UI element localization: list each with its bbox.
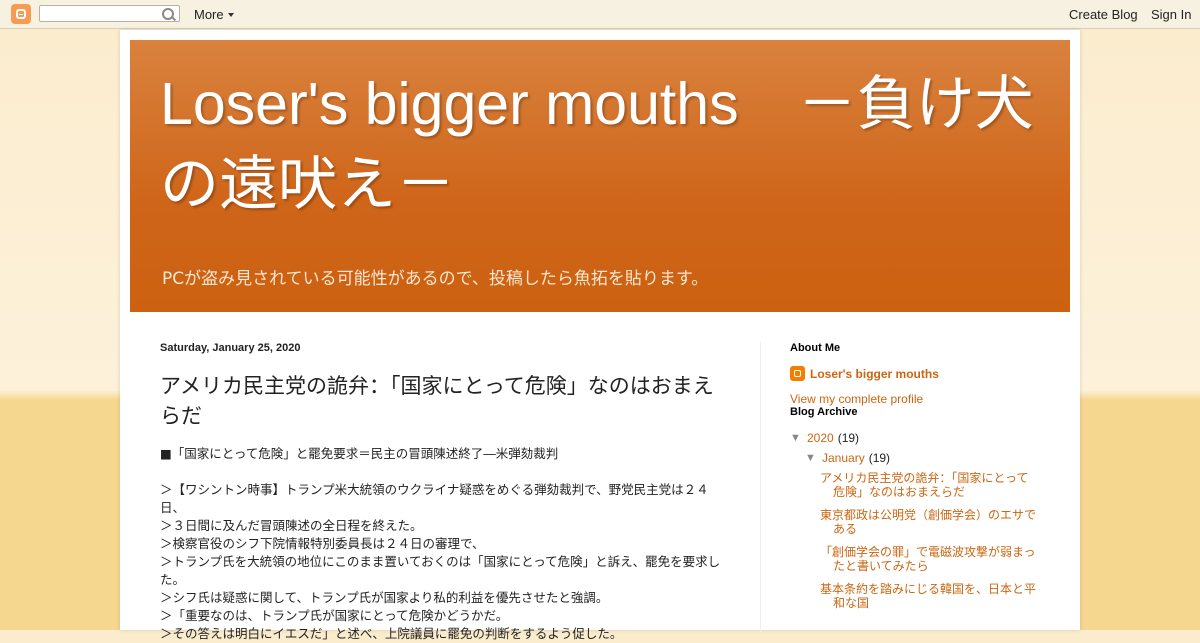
view-profile-link[interactable]: View my complete profile [790, 392, 1050, 406]
blog-archive-heading: Blog Archive [790, 406, 858, 418]
archive-month: ▼ January (19) [805, 451, 1050, 465]
blogger-profile-icon [790, 366, 805, 381]
collapse-arrow-icon[interactable]: ▼ [790, 432, 807, 444]
sidebar: About Me Loser's bigger mouths View my c… [790, 342, 1050, 619]
blog-title[interactable]: Loser's bigger mouths －負け犬の遠吠え－ [160, 64, 1040, 224]
archive-post-link[interactable]: 東京都政は公明党（創価学会）のエサである [820, 508, 1040, 536]
search-input[interactable] [39, 5, 180, 22]
post-body: ■「国家にとって危険」と罷免要求＝民主の冒頭陳述終了―米弾劾裁判 ＞【ワシントン… [160, 445, 725, 643]
post-line: ＞トランプ氏を大統領の地位にこのまま置いておくのは「国家にとって危険」と訴え、罷… [160, 554, 721, 587]
caret-down-icon [227, 13, 234, 17]
archive-post-list: アメリカ民主党の詭弁：「国家にとって危険」なのはおまえらだ 東京都政は公明党（創… [820, 471, 1040, 610]
archive-year: ▼ 2020 (19) [790, 431, 1050, 445]
post-line: ＞シフ氏は疑惑に関して、トランプ氏が国家より私的利益を優先させたと強調。 [160, 590, 609, 605]
content-outer: Loser's bigger mouths －負け犬の遠吠え－ PCが盗み見され… [120, 30, 1080, 641]
blogger-logo-icon[interactable] [11, 4, 31, 24]
blog-header: Loser's bigger mouths －負け犬の遠吠え－ PCが盗み見され… [130, 40, 1070, 312]
profile-name: Loser's bigger mouths [810, 366, 939, 381]
post-line: ＞その答えは明白にイエスだ」と述べ、上院議員に罷免の判断をするよう促した。 [160, 626, 623, 641]
post-title[interactable]: アメリカ民主党の詭弁：「国家にとって危険」なのはおまえらだ [160, 371, 730, 431]
blog-description: PCが盗み見されている可能性があるので、投稿したら魚拓を貼ります。 [162, 269, 709, 289]
archive-month-count: (19) [868, 451, 891, 465]
post-date: Saturday, January 25, 2020 [160, 342, 301, 354]
archive-post-link[interactable]: 「創価学会の罪」で電磁波攻撃が弱まったと書いてみたら [820, 545, 1040, 573]
more-menu-button[interactable]: More [194, 7, 234, 22]
main-column: Saturday, January 25, 2020 アメリカ民主党の詭弁：「国… [160, 342, 730, 643]
post-spacer [160, 463, 725, 481]
profile-name-link[interactable]: Loser's bigger mouths [790, 366, 1050, 381]
archive-year-link[interactable]: 2020 [807, 431, 834, 445]
post-line: ＞【ワシントン時事】トランプ米大統領のウクライナ疑惑をめぐる弾劾裁判で、野党民主… [160, 482, 709, 515]
archive-post-link[interactable]: 基本条約を踏みにじる韓国を、日本と平和な国 [820, 582, 1040, 610]
post-line: ■「国家にとって危険」と罷免要求＝民主の冒頭陳述終了―米弾劾裁判 [160, 446, 559, 461]
search-icon[interactable] [162, 8, 174, 20]
archive-post-link[interactable]: アメリカ民主党の詭弁：「国家にとって危険」なのはおまえらだ [820, 471, 1040, 499]
about-me-heading: About Me [790, 342, 841, 354]
post-line: ＞３日間に及んだ冒頭陳述の全日程を終えた。 [160, 518, 423, 533]
blogger-navbar: More Create Blog Sign In [0, 0, 1200, 29]
post-line: ＞検察官役のシフ下院情報特別委員長は２４日の審理で、 [160, 536, 485, 551]
more-label: More [194, 7, 224, 22]
post-line: ＞「重要なのは、トランプ氏が国家にとって危険かどうかだ。 [160, 608, 509, 623]
column-divider [760, 342, 761, 632]
archive-year-count: (19) [837, 431, 860, 445]
create-blog-link[interactable]: Create Blog [1069, 7, 1138, 22]
collapse-arrow-icon[interactable]: ▼ [805, 452, 822, 464]
archive-month-link[interactable]: January [822, 451, 865, 465]
sign-in-link[interactable]: Sign In [1151, 7, 1191, 22]
